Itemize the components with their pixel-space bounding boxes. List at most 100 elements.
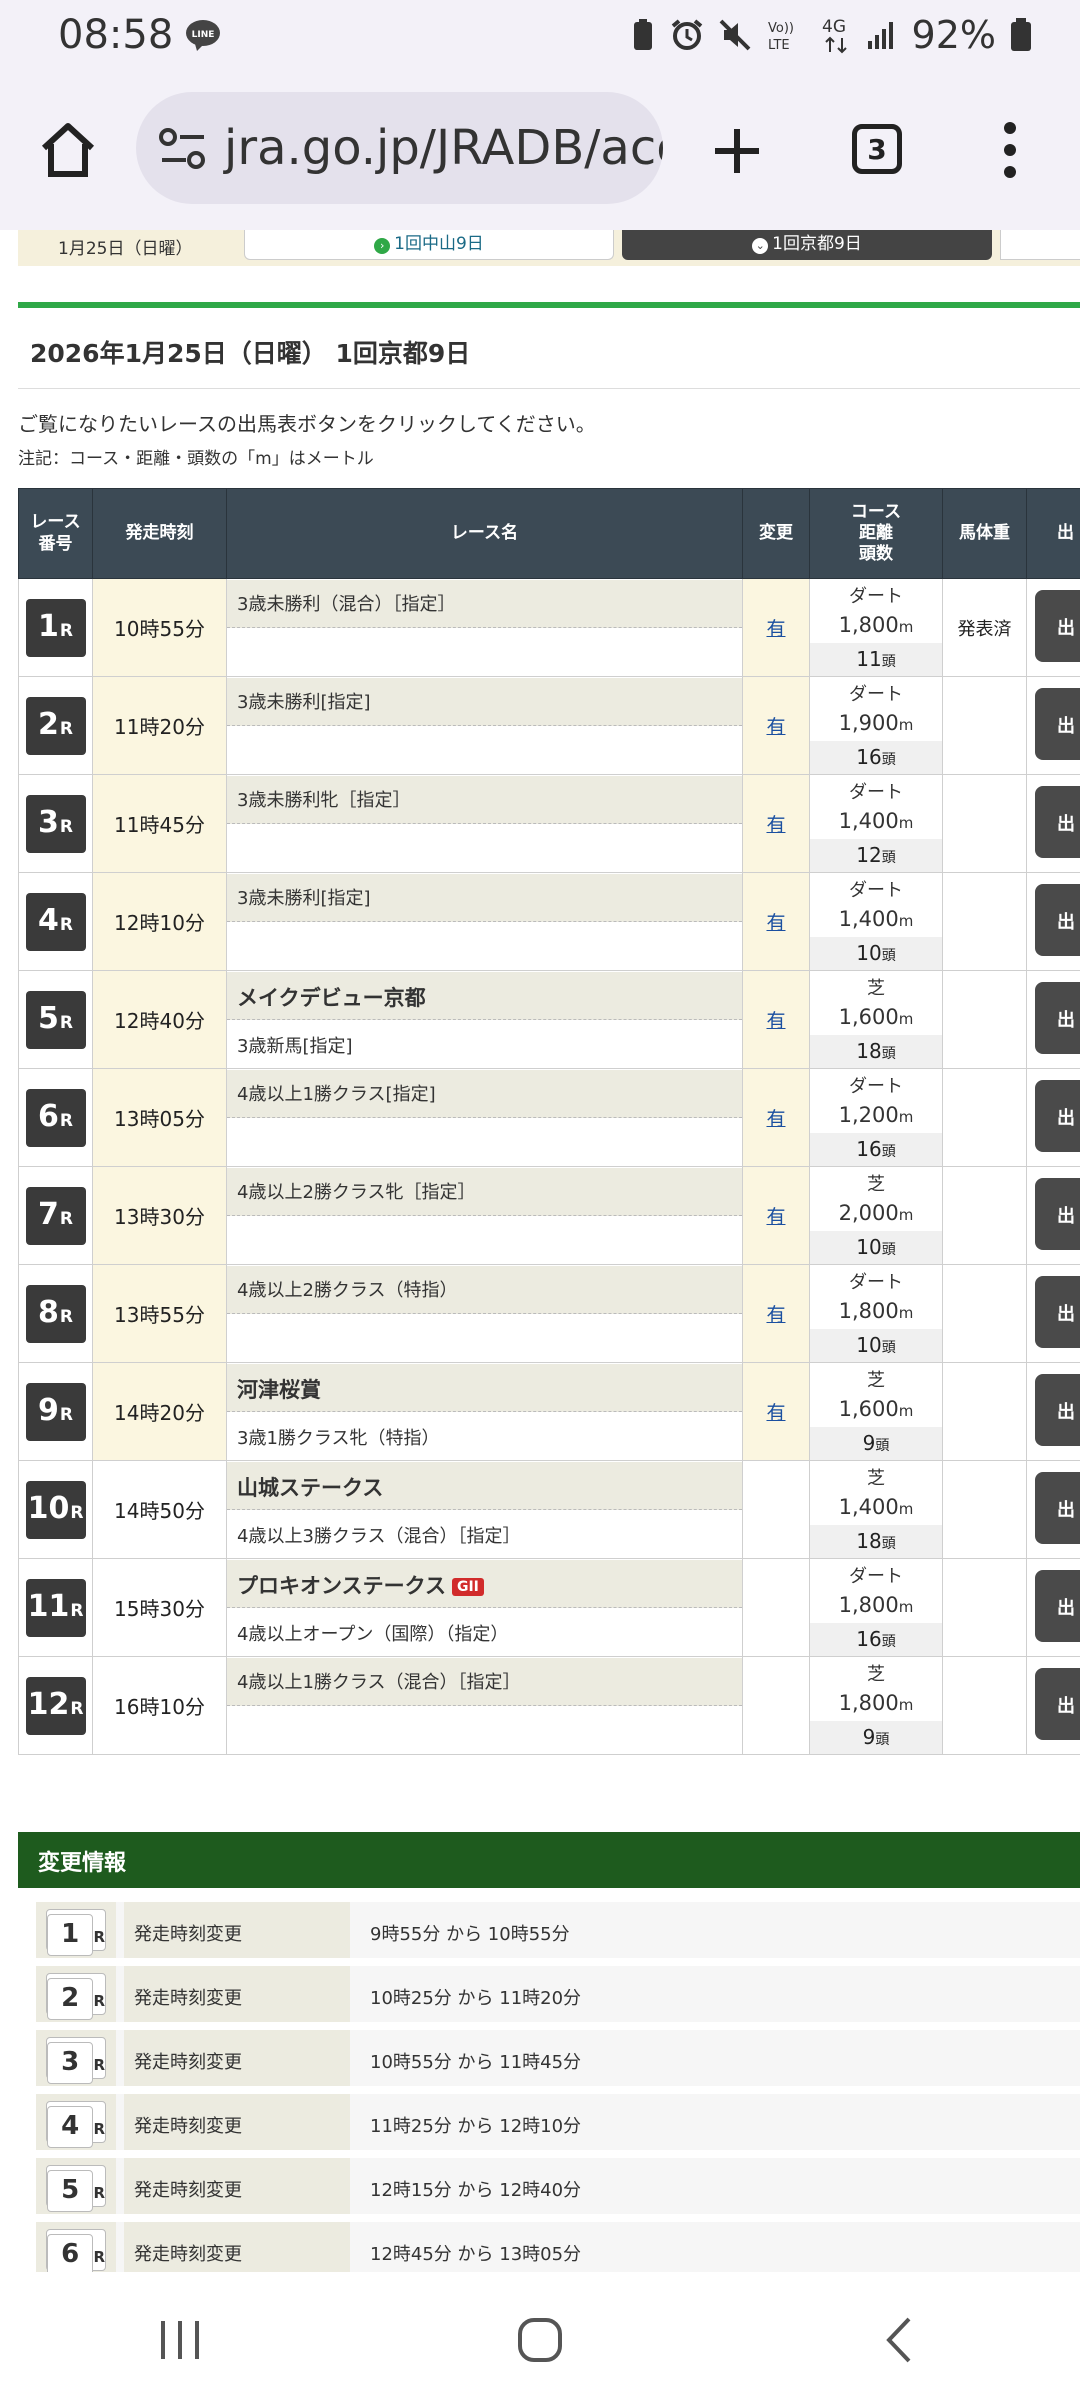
recents-icon[interactable]: [155, 2315, 205, 2365]
new-tab-icon[interactable]: [712, 126, 762, 176]
change-cell[interactable]: 有: [742, 676, 810, 775]
race-number-badge[interactable]: 10 R: [25, 1480, 86, 1539]
race-number-cell: 5R: [18, 970, 93, 1069]
race-number-cell: 3R: [18, 774, 93, 873]
chevron-icon: ›: [374, 238, 391, 254]
change-race-badge[interactable]: 1R: [46, 1909, 106, 1956]
site-settings-icon[interactable]: [158, 128, 208, 170]
change-race-badge[interactable]: 6R: [46, 2229, 106, 2272]
course-cell: ダート 1,400m 12頭: [809, 774, 943, 873]
change-link[interactable]: 有: [766, 1206, 785, 1228]
change-cell[interactable]: 有: [742, 872, 810, 971]
race-name: 4歳以上1勝クラス（混合）［指定］: [227, 1657, 742, 1706]
race-name[interactable]: 山城ステークス: [227, 1461, 742, 1510]
head-count: 11: [856, 647, 882, 671]
race-name: 3歳未勝利（混合）［指定］: [227, 579, 742, 628]
change-link[interactable]: 有: [766, 1402, 785, 1424]
head-count: 10: [856, 1235, 882, 1259]
change-link[interactable]: 有: [766, 814, 785, 836]
race-number-badge[interactable]: 3R: [25, 794, 86, 853]
back-icon[interactable]: [875, 2315, 925, 2365]
change-race-badge[interactable]: 4R: [46, 2101, 106, 2148]
race-number-cell: 2R: [18, 676, 93, 775]
entry-button-cell: 出: [1026, 774, 1080, 873]
change-link[interactable]: 有: [766, 1010, 785, 1032]
race-number-badge[interactable]: 11 R: [25, 1578, 86, 1637]
entry-list-button[interactable]: 出: [1035, 1373, 1080, 1446]
table-row: 10 R 14時50分 山城ステークス 4歳以上3勝クラス（混合）［指定］ 芝 1,400m…: [18, 1460, 1080, 1559]
race-number-badge[interactable]: 8R: [25, 1284, 86, 1343]
more-menu-icon[interactable]: [998, 120, 1022, 180]
surface: 芝: [867, 1174, 885, 1195]
distance: 1,800: [838, 1593, 899, 1617]
entry-list-button[interactable]: 出: [1035, 883, 1080, 956]
change-cell[interactable]: 有: [742, 1362, 810, 1461]
entry-list-button[interactable]: 出: [1035, 1667, 1080, 1740]
change-link[interactable]: 有: [766, 618, 785, 640]
entry-list-button[interactable]: 出: [1035, 785, 1080, 858]
race-number-badge[interactable]: 1R: [25, 598, 86, 657]
entry-list-button[interactable]: 出: [1035, 981, 1080, 1054]
change-cell[interactable]: 有: [742, 970, 810, 1069]
entry-button-cell: 出: [1026, 578, 1080, 677]
race-name[interactable]: プロキオンステークス GII: [227, 1559, 742, 1608]
race-name-cell: 4歳以上1勝クラス（混合）［指定］: [226, 1656, 743, 1755]
surface: 芝: [867, 1664, 885, 1685]
entry-list-button[interactable]: 出: [1035, 1079, 1080, 1152]
entry-list-button[interactable]: 出: [1035, 589, 1080, 662]
race-name[interactable]: メイクデビュー京都: [227, 971, 742, 1020]
race-name: 3歳未勝利[指定]: [227, 873, 742, 922]
change-cell[interactable]: 有: [742, 1068, 810, 1167]
tab-switcher-button[interactable]: 3: [852, 124, 902, 174]
entry-button-cell: 出: [1026, 1166, 1080, 1265]
race-number-badge[interactable]: 9R: [25, 1382, 86, 1441]
tab-nakayama[interactable]: › 1回中山9日: [244, 230, 614, 260]
change-cell[interactable]: 有: [742, 1264, 810, 1363]
distance: 1,600: [838, 1397, 899, 1421]
volte-icon: Vo)) LTE: [768, 21, 794, 52]
weight-status: [942, 1460, 1027, 1559]
tab-next[interactable]: [1000, 230, 1080, 260]
surface: ダート: [849, 1566, 903, 1587]
race-name[interactable]: 河津桜賞: [227, 1363, 742, 1412]
race-number-badge[interactable]: 6R: [25, 1088, 86, 1147]
address-bar[interactable]: jra.go.jp/JRADB/acce: [136, 92, 663, 204]
svg-text:LTE: LTE: [768, 38, 790, 52]
home-icon[interactable]: [38, 120, 98, 180]
entry-list-button[interactable]: 出: [1035, 1569, 1080, 1642]
entry-list-button[interactable]: 出: [1035, 687, 1080, 760]
change-link[interactable]: 有: [766, 912, 785, 934]
table-row: 6 R 13時05分 4歳以上1勝クラス[指定] 有ダート 1,200m 16頭出: [18, 1068, 1080, 1167]
change-cell[interactable]: 有: [742, 1166, 810, 1265]
race-name-cell: 4歳以上2勝クラス（特指）: [226, 1264, 743, 1363]
change-link[interactable]: 有: [766, 1304, 785, 1326]
home-nav-icon[interactable]: [515, 2315, 565, 2365]
entry-list-button[interactable]: 出: [1035, 1177, 1080, 1250]
race-number-cell: 10 R: [18, 1460, 93, 1559]
race-number-badge[interactable]: 2R: [25, 696, 86, 755]
header-change: 変更: [742, 488, 810, 579]
change-race-badge[interactable]: 3R: [46, 2037, 106, 2084]
change-cell[interactable]: 有: [742, 774, 810, 873]
race-number-badge[interactable]: 7R: [25, 1186, 86, 1245]
post-time: 11時45分: [92, 774, 227, 873]
weight-status: [942, 1362, 1027, 1461]
change-link[interactable]: 有: [766, 1108, 785, 1130]
url-text[interactable]: jra.go.jp/JRADB/acce: [224, 120, 663, 176]
race-number-badge[interactable]: 4R: [25, 892, 86, 951]
race-number-cell: 9R: [18, 1362, 93, 1461]
change-cell: [742, 1558, 810, 1657]
entry-list-button[interactable]: 出: [1035, 1275, 1080, 1348]
head-count: 12: [856, 843, 882, 867]
table-header: レース 番号 発走時刻 レース名 変更 コース 距離 頭数 馬体重 出: [18, 488, 1080, 579]
change-race-badge[interactable]: 5R: [46, 2165, 106, 2212]
change-link[interactable]: 有: [766, 716, 785, 738]
tab-kyoto[interactable]: ⌄ 1回京都9日: [622, 230, 992, 260]
change-race-badge[interactable]: 2R: [46, 1973, 106, 2020]
entry-list-button[interactable]: 出: [1035, 1471, 1080, 1544]
intro-text: ご覧になりたいレースの出馬表ボタンをクリックしてください。: [18, 412, 596, 436]
race-number-badge[interactable]: 12 R: [25, 1676, 86, 1735]
change-type: 発走時刻変更: [124, 2030, 350, 2086]
change-cell[interactable]: 有: [742, 578, 810, 677]
race-number-badge[interactable]: 5R: [25, 990, 86, 1049]
